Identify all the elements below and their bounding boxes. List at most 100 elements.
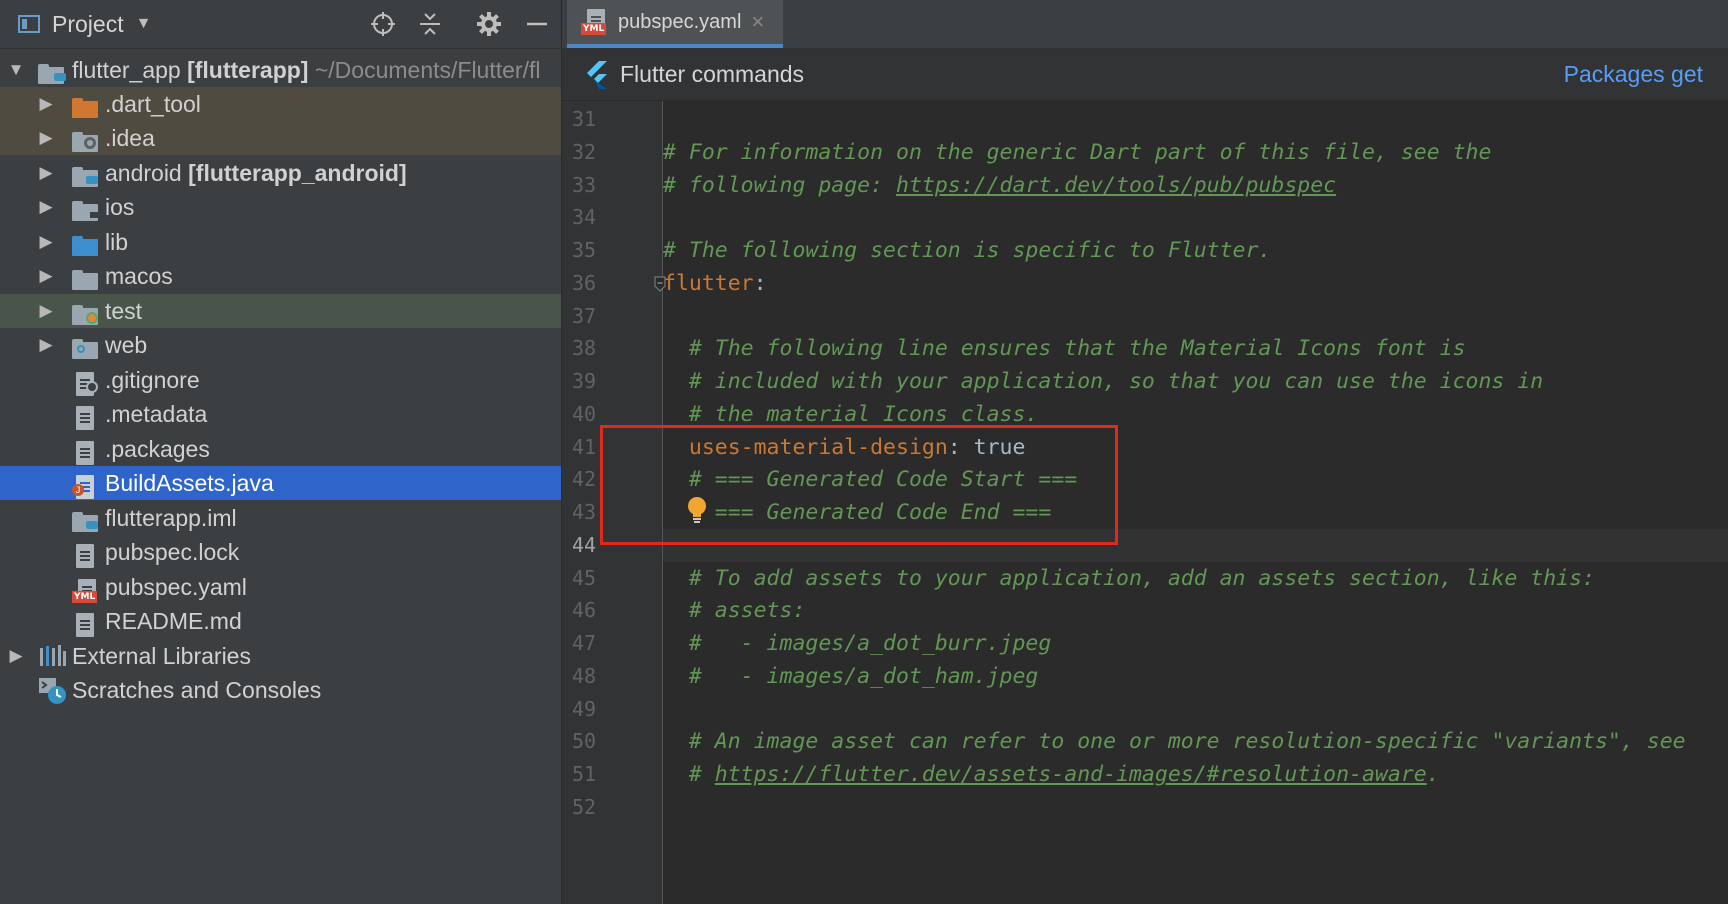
line-number: 50 <box>572 729 597 754</box>
code-line[interactable]: # assets: <box>663 594 1728 627</box>
folder-icon <box>72 263 100 290</box>
highlight-annotation-box <box>600 425 1118 545</box>
comment-text: . <box>1426 762 1440 787</box>
module-file-icon <box>72 505 100 532</box>
tree-item-flutter-app[interactable]: ▼ flutter_app [flutterapp] ~/Documents/F… <box>0 53 561 87</box>
tree-item-external-libraries[interactable]: ▶ External Libraries <box>0 639 561 673</box>
code-line[interactable]: # The following section is specific to F… <box>663 234 1728 267</box>
code-line[interactable] <box>663 201 1728 234</box>
collapsed-arrow-icon[interactable]: ▶ <box>38 232 54 252</box>
tree-item-gitignore[interactable]: .gitignore <box>0 363 561 397</box>
collapsed-arrow-icon[interactable]: ▶ <box>8 646 24 666</box>
yaml-file-icon: YML <box>72 574 100 603</box>
expanded-arrow-icon[interactable]: ▼ <box>8 60 25 80</box>
line-number: 46 <box>572 598 597 623</box>
tree-item-web[interactable]: ▶ web <box>0 328 561 362</box>
line-number: 35 <box>572 238 597 262</box>
code-line[interactable]: # For information on the generic Dart pa… <box>663 136 1728 169</box>
tree-item-dart-tool[interactable]: ▶ .dart_tool <box>0 87 561 121</box>
tree-item-label: .gitignore <box>105 366 200 393</box>
comment-link[interactable]: https://dart.dev/tools/pub/pubspec <box>896 173 1336 198</box>
code-line[interactable]: # The following line ensures that the Ma… <box>663 332 1728 365</box>
packages-get-link[interactable]: Packages get <box>1564 61 1703 88</box>
tab-label: pubspec.yaml <box>618 10 742 33</box>
project-header: Project ▼ <box>0 0 561 49</box>
tree-item-label: .idea <box>105 124 155 151</box>
line-number: 39 <box>572 369 597 393</box>
tree-item-idea[interactable]: ▶ .idea <box>0 121 561 155</box>
module-folder-icon <box>72 160 100 187</box>
fold-marker-icon[interactable] <box>654 276 666 292</box>
comment-text: # assets: <box>663 598 806 624</box>
line-number: 33 <box>572 172 597 197</box>
code-line[interactable]: # following page: https://dart.dev/tools… <box>663 169 1728 202</box>
tree-item-macos[interactable]: ▶ macos <box>0 259 561 293</box>
code-line[interactable]: # - images/a_dot_burr.jpeg <box>663 627 1728 660</box>
tree-item-label: flutterapp.iml <box>105 504 237 531</box>
code-line[interactable]: # - images/a_dot_ham.jpeg <box>663 660 1728 693</box>
locate-icon[interactable] <box>369 10 397 38</box>
flutter-commands-title: Flutter commands <box>620 61 805 87</box>
code-line[interactable]: # An image asset can refer to one or mor… <box>663 725 1728 758</box>
line-number: 47 <box>572 631 597 655</box>
collapsed-arrow-icon[interactable]: ▶ <box>38 94 54 114</box>
file-icon <box>76 401 104 430</box>
project-view-selector[interactable]: Project ▼ <box>0 11 151 38</box>
collapsed-arrow-icon[interactable]: ▶ <box>38 197 54 217</box>
line-number: 51 <box>572 762 597 786</box>
code-line[interactable]: # https://flutter.dev/assets-and-images/… <box>663 758 1728 791</box>
collapsed-arrow-icon[interactable]: ▶ <box>38 266 54 286</box>
module-folder-icon <box>38 57 66 84</box>
line-number: 45 <box>572 565 597 590</box>
scratches-icon <box>38 677 66 704</box>
hide-icon[interactable] <box>523 10 551 38</box>
code-line[interactable]: # included with your application, so tha… <box>663 365 1728 398</box>
tree-item-flutterapp-iml[interactable]: flutterapp.iml <box>0 501 561 535</box>
close-icon[interactable]: × <box>751 9 764 35</box>
tree-item-test[interactable]: ▶ test <box>0 294 561 328</box>
tab-pubspec-yaml[interactable]: YML pubspec.yaml × <box>567 0 783 48</box>
code-line[interactable]: flutter: <box>663 267 1728 300</box>
code-line[interactable] <box>663 791 1728 824</box>
comment-text: # following page: <box>663 172 896 198</box>
comment-text: # To add assets to your application, add… <box>663 565 1595 591</box>
collapsed-arrow-icon[interactable]: ▶ <box>38 128 54 148</box>
tree-item-ios[interactable]: ▶ ios <box>0 190 561 224</box>
tree-item-label: lib <box>105 228 129 255</box>
collapsed-arrow-icon[interactable]: ▶ <box>38 301 54 321</box>
yaml-key: flutter <box>663 270 754 296</box>
flutter-commands-bar: Flutter commands Packages get <box>562 49 1728 101</box>
tree-item-metadata[interactable]: .metadata <box>0 397 561 431</box>
tree-item-label: BuildAssets.java <box>105 469 274 496</box>
code-line[interactable] <box>663 300 1728 333</box>
tree-item-pubspec-yaml[interactable]: YML pubspec.yaml <box>0 570 561 604</box>
comment-text: # An image asset can refer to one or mor… <box>663 729 1686 755</box>
tree-item-label: macos <box>105 262 173 289</box>
code-line[interactable] <box>663 103 1728 136</box>
module-name: [flutterapp_android] <box>188 159 407 186</box>
tree-item-scratches[interactable]: Scratches and Consoles <box>0 673 561 707</box>
tree-item-android[interactable]: ▶ android [flutterapp_android] <box>0 156 561 190</box>
tree-item-pubspec-lock[interactable]: pubspec.lock <box>0 535 561 569</box>
comment-text: # <box>663 762 715 787</box>
code-line[interactable]: # To add assets to your application, add… <box>663 562 1728 595</box>
tree-item-label: pubspec.yaml <box>105 573 247 600</box>
collapse-all-icon[interactable] <box>416 10 444 38</box>
collapsed-arrow-icon[interactable]: ▶ <box>38 163 54 183</box>
line-number: 38 <box>572 336 597 361</box>
tree-item-lib[interactable]: ▶ lib <box>0 225 561 259</box>
yaml-file-icon: YML <box>581 7 609 37</box>
code-line[interactable] <box>663 693 1728 726</box>
line-number: 52 <box>572 794 597 819</box>
module-name: [flutterapp] <box>187 56 309 83</box>
tree-item-buildassets-java[interactable]: J BuildAssets.java <box>0 466 561 500</box>
tree-item-packages[interactable]: .packages <box>0 432 561 466</box>
comment-link[interactable]: https://flutter.dev/assets-and-images/#r… <box>715 762 1427 787</box>
comment-text: # The following line ensures that the Ma… <box>663 336 1466 362</box>
tree-item-readme[interactable]: README.md <box>0 604 561 638</box>
collapsed-arrow-icon[interactable]: ▶ <box>38 335 54 355</box>
libraries-icon <box>38 643 66 669</box>
settings-icon[interactable] <box>475 10 503 38</box>
line-number: 49 <box>572 696 597 721</box>
line-number: 48 <box>572 663 597 688</box>
